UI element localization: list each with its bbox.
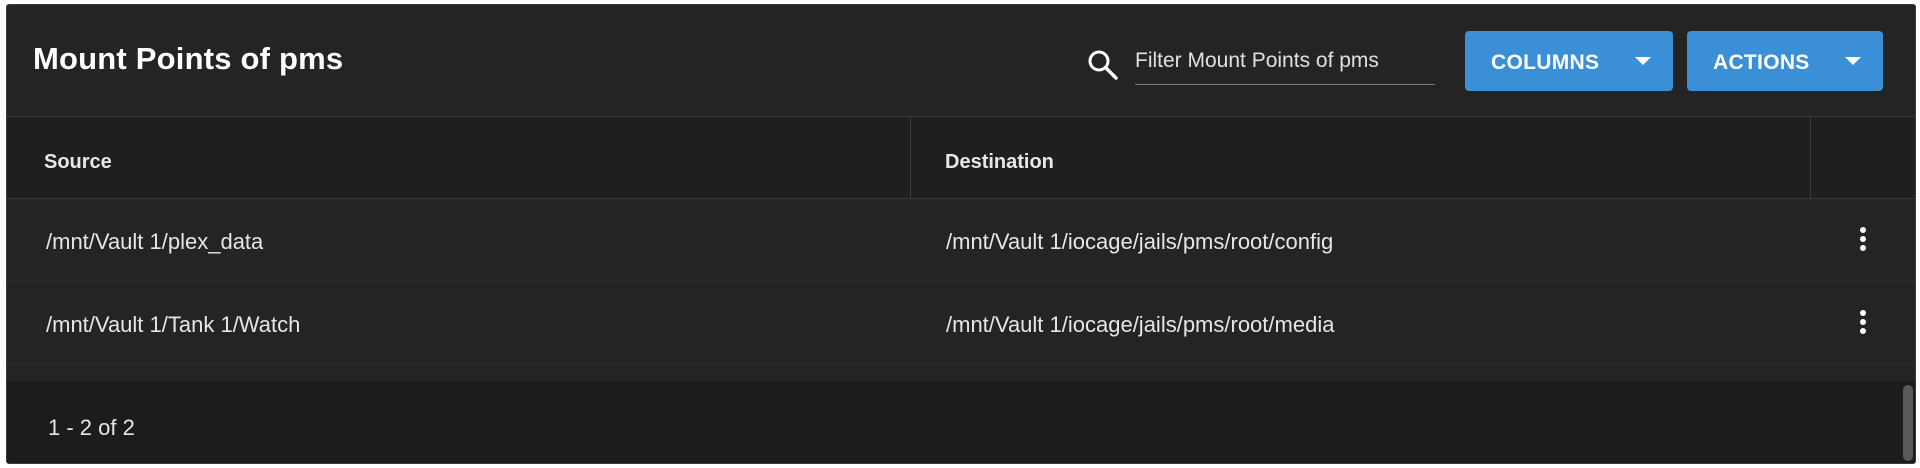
mount-points-card: Mount Points of pms COLUMNS ACTIONS Sour… (6, 4, 1916, 464)
destination-cell: /mnt/Vault 1/iocage/jails/pms/root/media (946, 312, 1335, 337)
caret-down-icon (1845, 57, 1861, 65)
columns-button[interactable]: COLUMNS (1465, 31, 1673, 91)
table-row[interactable]: /mnt/Vault 1/plex_data /mnt/Vault 1/ioca… (7, 199, 1915, 282)
source-cell: /mnt/Vault 1/plex_data (46, 229, 264, 254)
search-icon[interactable] (1085, 47, 1121, 83)
column-divider (910, 117, 911, 199)
column-header-destination[interactable]: Destination (945, 151, 1054, 174)
table-header: Source Destination (7, 117, 1915, 199)
table-footer: 1 - 2 of 2 (7, 381, 1915, 463)
filter-field (1135, 43, 1435, 85)
column-header-source[interactable]: Source (44, 151, 112, 174)
more-vert-icon[interactable] (1849, 300, 1877, 344)
actions-button[interactable]: ACTIONS (1687, 31, 1883, 91)
source-cell: /mnt/Vault 1/Tank 1/Watch (46, 312, 301, 337)
table-spacer (7, 365, 1915, 381)
caret-down-icon (1635, 57, 1651, 65)
more-vert-icon[interactable] (1849, 217, 1877, 261)
paging-info: 1 - 2 of 2 (48, 415, 135, 440)
column-divider (1810, 117, 1811, 199)
table-toolbar: Mount Points of pms COLUMNS ACTIONS (7, 5, 1915, 117)
destination-cell: /mnt/Vault 1/iocage/jails/pms/root/confi… (946, 229, 1334, 254)
actions-button-label: ACTIONS (1713, 51, 1810, 74)
table-row[interactable]: /mnt/Vault 1/Tank 1/Watch /mnt/Vault 1/i… (7, 282, 1915, 365)
scrollbar[interactable] (1903, 385, 1913, 461)
columns-button-label: COLUMNS (1491, 51, 1600, 74)
page-title: Mount Points of pms (33, 41, 344, 76)
filter-input[interactable] (1135, 43, 1435, 79)
